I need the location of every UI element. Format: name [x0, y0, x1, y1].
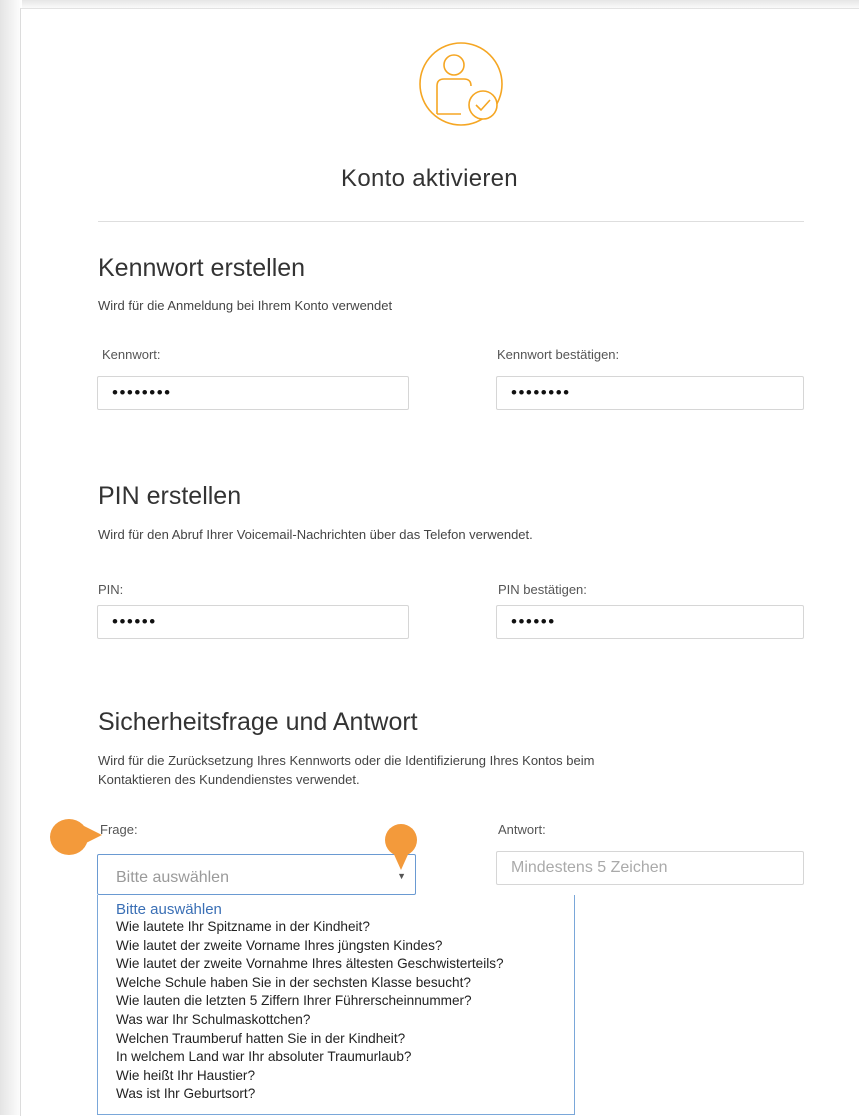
question-options-list: Bitte auswählen Wie lautete Ihr Spitznam… [97, 895, 575, 1115]
option-item[interactable]: Wie lautet der zweite Vorname Ihres jüng… [98, 937, 574, 956]
option-item[interactable]: Wie lautet der zweite Vornahme Ihres ält… [98, 955, 574, 974]
option-item[interactable]: Bitte auswählen [98, 895, 574, 918]
security-section-description-line2: Kontaktieren des Kundendienstes verwende… [98, 772, 360, 787]
page-title: Konto aktivieren [341, 165, 518, 192]
option-item[interactable]: Wie lauten die letzten 5 Ziffern Ihrer F… [98, 992, 574, 1011]
option-item[interactable]: In welchem Land war Ihr absoluter Traumu… [98, 1048, 574, 1067]
password-label: Kennwort: [102, 347, 161, 362]
annotation-marker-question-pointer [84, 826, 102, 844]
question-select-value: Bitte auswählen [116, 869, 229, 886]
password-confirm-label: Kennwort bestätigen: [497, 347, 620, 362]
pin-section-description: Wird für den Abruf Ihrer Voicemail-Nachr… [98, 527, 533, 542]
option-item[interactable]: Wie lautete Ihr Spitzname in der Kindhei… [98, 918, 574, 937]
pin-confirm-label: PIN bestätigen: [498, 582, 587, 597]
security-section-heading: Sicherheitsfrage und Antwort [98, 708, 418, 736]
pin-section-heading: PIN erstellen [98, 482, 242, 510]
pin-field[interactable]: •••••• [97, 605, 409, 639]
pin-confirm-field[interactable]: •••••• [496, 605, 804, 639]
pin-label: PIN: [98, 582, 124, 597]
option-item[interactable]: Welchen Traumberuf hatten Sie in der Kin… [98, 1030, 574, 1049]
annotation-marker-question [50, 819, 88, 855]
question-label: Frage: [100, 822, 138, 837]
option-item[interactable]: Welche Schule haben Sie in der sechsten … [98, 974, 574, 993]
answer-input[interactable]: Mindestens 5 Zeichen [496, 851, 804, 885]
user-check-icon [419, 42, 503, 126]
password-confirm-field[interactable]: •••••••• [496, 376, 804, 410]
password-field[interactable]: •••••••• [97, 376, 409, 410]
password-section-description: Wird für die Anmeldung bei Ihrem Konto v… [98, 298, 393, 313]
chevron-down-icon[interactable]: ▼ [397, 871, 406, 881]
option-item[interactable]: Was war Ihr Schulmaskottchen? [98, 1011, 574, 1030]
title-divider [98, 221, 804, 222]
annotation-marker-dropdown-pointer [392, 850, 410, 870]
security-section-description-line1: Wird für die Zurücksetzung Ihres Kennwor… [98, 753, 595, 768]
option-item[interactable]: Wie heißt Ihr Haustier? [98, 1067, 574, 1086]
answer-label: Antwort: [498, 822, 546, 837]
option-item[interactable]: Was ist Ihr Geburtsort? [98, 1085, 574, 1104]
question-select[interactable]: Bitte auswählen ▼ [97, 854, 416, 895]
password-section-heading: Kennwort erstellen [98, 254, 306, 282]
